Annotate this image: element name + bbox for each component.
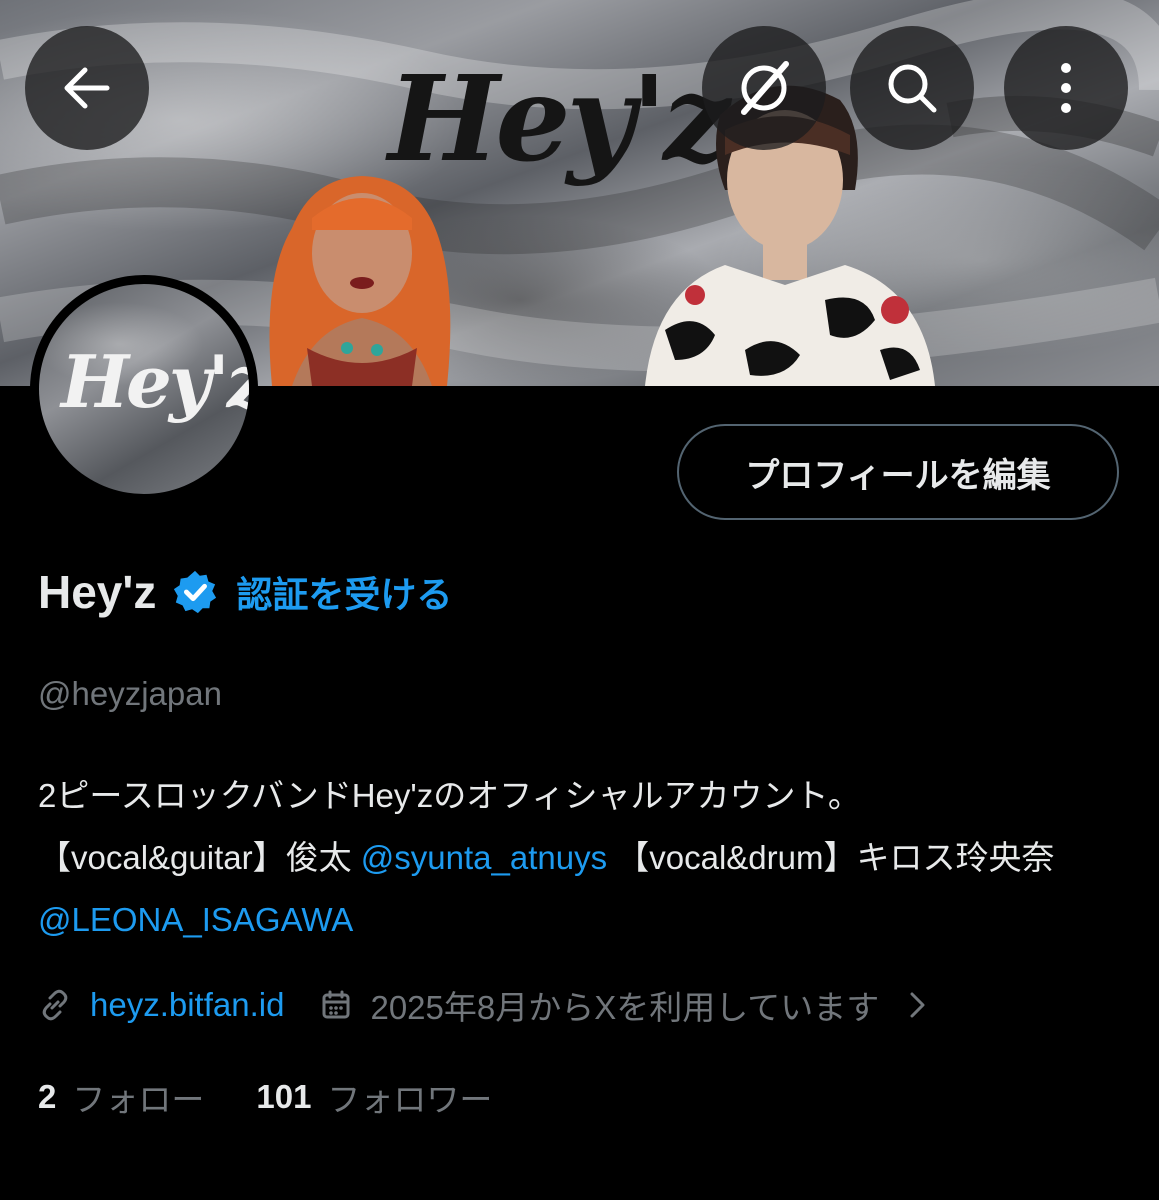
- edit-profile-button[interactable]: プロフィールを編集: [677, 424, 1119, 520]
- mention-link-leona[interactable]: @LEONA_ISAGAWA: [38, 901, 353, 938]
- search-icon: [888, 64, 937, 113]
- more-vertical-icon: [1061, 63, 1071, 113]
- get-verified-link[interactable]: 認証を受ける: [236, 566, 452, 618]
- website-link[interactable]: heyz.bitfan.id: [90, 986, 284, 1024]
- profile-meta-row: heyz.bitfan.id 2025年8月からXを利用しています: [38, 980, 929, 1030]
- display-name: Hey'z: [38, 566, 157, 618]
- follow-stats: 2 フォロー 101 フォロワー: [38, 1072, 492, 1122]
- following-stat[interactable]: 2 フォロー: [38, 1073, 204, 1121]
- link-icon: [42, 989, 68, 1021]
- followers-count: 101: [256, 1078, 312, 1115]
- grok-icon: [741, 61, 789, 115]
- name-row: Hey'z 認証を受ける: [38, 562, 452, 622]
- avatar[interactable]: Hey'z: [30, 275, 258, 503]
- following-label: フォロー: [72, 1081, 205, 1118]
- chevron-right-icon[interactable]: [907, 988, 929, 1022]
- arrow-left-icon: [64, 67, 110, 109]
- avatar-image: Hey'z: [39, 284, 249, 494]
- calendar-icon: [322, 990, 350, 1019]
- avatar-logo: Hey'z: [61, 339, 249, 424]
- search-button[interactable]: [850, 26, 974, 150]
- bio-drum-text: 【vocal&drum】キロス玲央奈: [607, 839, 1055, 876]
- bio-line-1: 2ピースロックバンドHey'zのオフィシャルアカウント。: [38, 777, 861, 814]
- grok-button[interactable]: [702, 26, 826, 150]
- followers-stat[interactable]: 101 フォロワー: [256, 1073, 492, 1121]
- verified-badge-icon[interactable]: [172, 569, 218, 615]
- bio: 2ピースロックバンドHey'zのオフィシャルアカウント。 【vocal&guit…: [38, 765, 1128, 951]
- followers-label: フォロワー: [327, 1081, 493, 1118]
- mention-link-syunta[interactable]: @syunta_atnuys: [361, 839, 607, 876]
- following-count: 2: [38, 1078, 57, 1115]
- band-member-photo-left: [269, 176, 451, 386]
- bio-guitar-text: 【vocal&guitar】俊太: [38, 839, 361, 876]
- back-button[interactable]: [25, 26, 149, 150]
- more-options-button[interactable]: [1004, 26, 1128, 150]
- handle: @heyzjapan: [38, 675, 222, 712]
- joined-date[interactable]: 2025年8月からXを利用しています: [370, 981, 879, 1029]
